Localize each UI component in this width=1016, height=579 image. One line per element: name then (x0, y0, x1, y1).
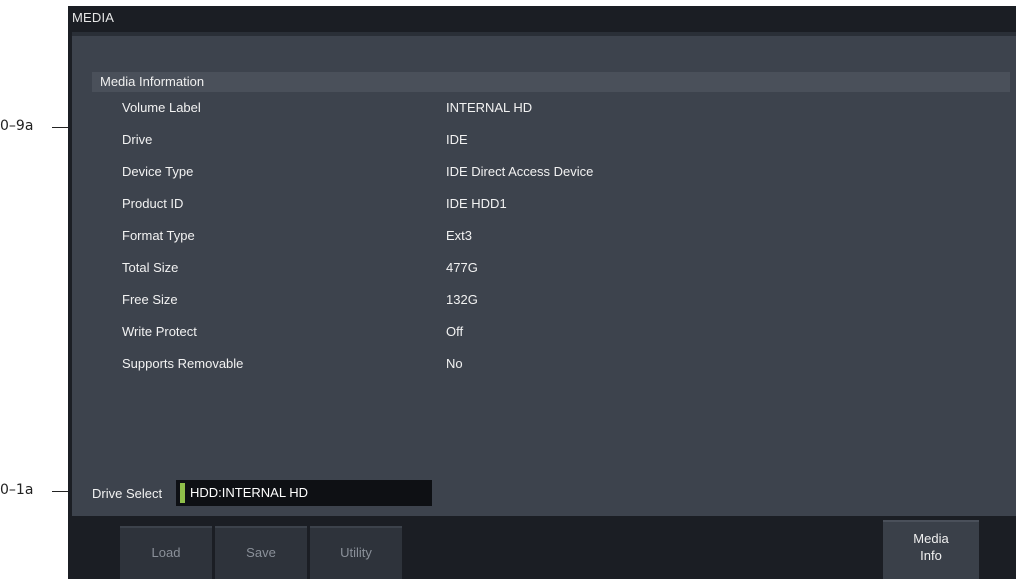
tab-media-info-label-line2: Info (920, 548, 942, 563)
drive-select-value: HDD:INTERNAL HD (190, 485, 308, 500)
info-row-format-type: Format Type Ext3 (72, 226, 1012, 246)
tab-media-info-label-line1: Media (913, 531, 949, 546)
device-type-label: Device Type (122, 164, 194, 179)
total-size-label: Total Size (122, 260, 179, 275)
product-id-label: Product ID (122, 196, 184, 211)
info-row-write-protect: Write Protect Off (72, 322, 1012, 342)
tab-save-label: Save (246, 545, 276, 560)
tab-save[interactable]: Save (215, 526, 307, 579)
info-row-drive: Drive IDE (72, 130, 1012, 150)
free-size-label: Free Size (122, 292, 178, 307)
info-row-free-size: Free Size 132G (72, 290, 1012, 310)
format-type-value: Ext3 (446, 228, 473, 243)
page-title: MEDIA (72, 10, 115, 25)
media-info-panel: Media Information Volume Label INTERNAL … (72, 32, 1016, 516)
drive-select-label: Drive Select (92, 486, 163, 501)
volume-label-value: INTERNAL HD (446, 100, 533, 115)
media-screen: MEDIA Media Information Volume Label INT… (68, 6, 1016, 579)
drive-select-popup[interactable]: HDD:INTERNAL HD (176, 480, 432, 506)
info-row-total-size: Total Size 477G (72, 258, 1012, 278)
drive-label: Drive (122, 132, 153, 147)
drive-value: IDE (446, 132, 468, 147)
tab-utility[interactable]: Utility (310, 526, 402, 579)
tab-utility-label: Utility (340, 545, 372, 560)
info-row-device-type: Device Type IDE Direct Access Device (72, 162, 1012, 182)
info-row-product-id: Product ID IDE HDD1 (72, 194, 1012, 214)
write-protect-label: Write Protect (122, 324, 197, 339)
callout-label-bottom: 0–1a (0, 482, 34, 498)
info-row-supports-removable: Supports Removable No (72, 354, 1012, 374)
info-row-volume-label: Volume Label INTERNAL HD (72, 98, 1012, 118)
device-type-value: IDE Direct Access Device (446, 164, 594, 179)
drive-select-accent (180, 483, 185, 503)
write-protect-value: Off (446, 324, 464, 339)
tab-load[interactable]: Load (120, 526, 212, 579)
product-id-value: IDE HDD1 (446, 196, 507, 211)
tab-bar: Load Save Utility Media Info (68, 520, 1016, 579)
format-type-label: Format Type (122, 228, 195, 243)
tab-load-label: Load (151, 545, 181, 560)
volume-label-label: Volume Label (122, 100, 201, 115)
media-information-header: Media Information (92, 72, 1010, 92)
total-size-value: 477G (446, 260, 478, 275)
tab-media-info[interactable]: Media Info (883, 520, 979, 579)
free-size-value: 132G (446, 292, 478, 307)
supports-removable-value: No (446, 356, 463, 371)
callout-label-top: 0–9a (0, 118, 34, 134)
supports-removable-label: Supports Removable (122, 356, 244, 371)
